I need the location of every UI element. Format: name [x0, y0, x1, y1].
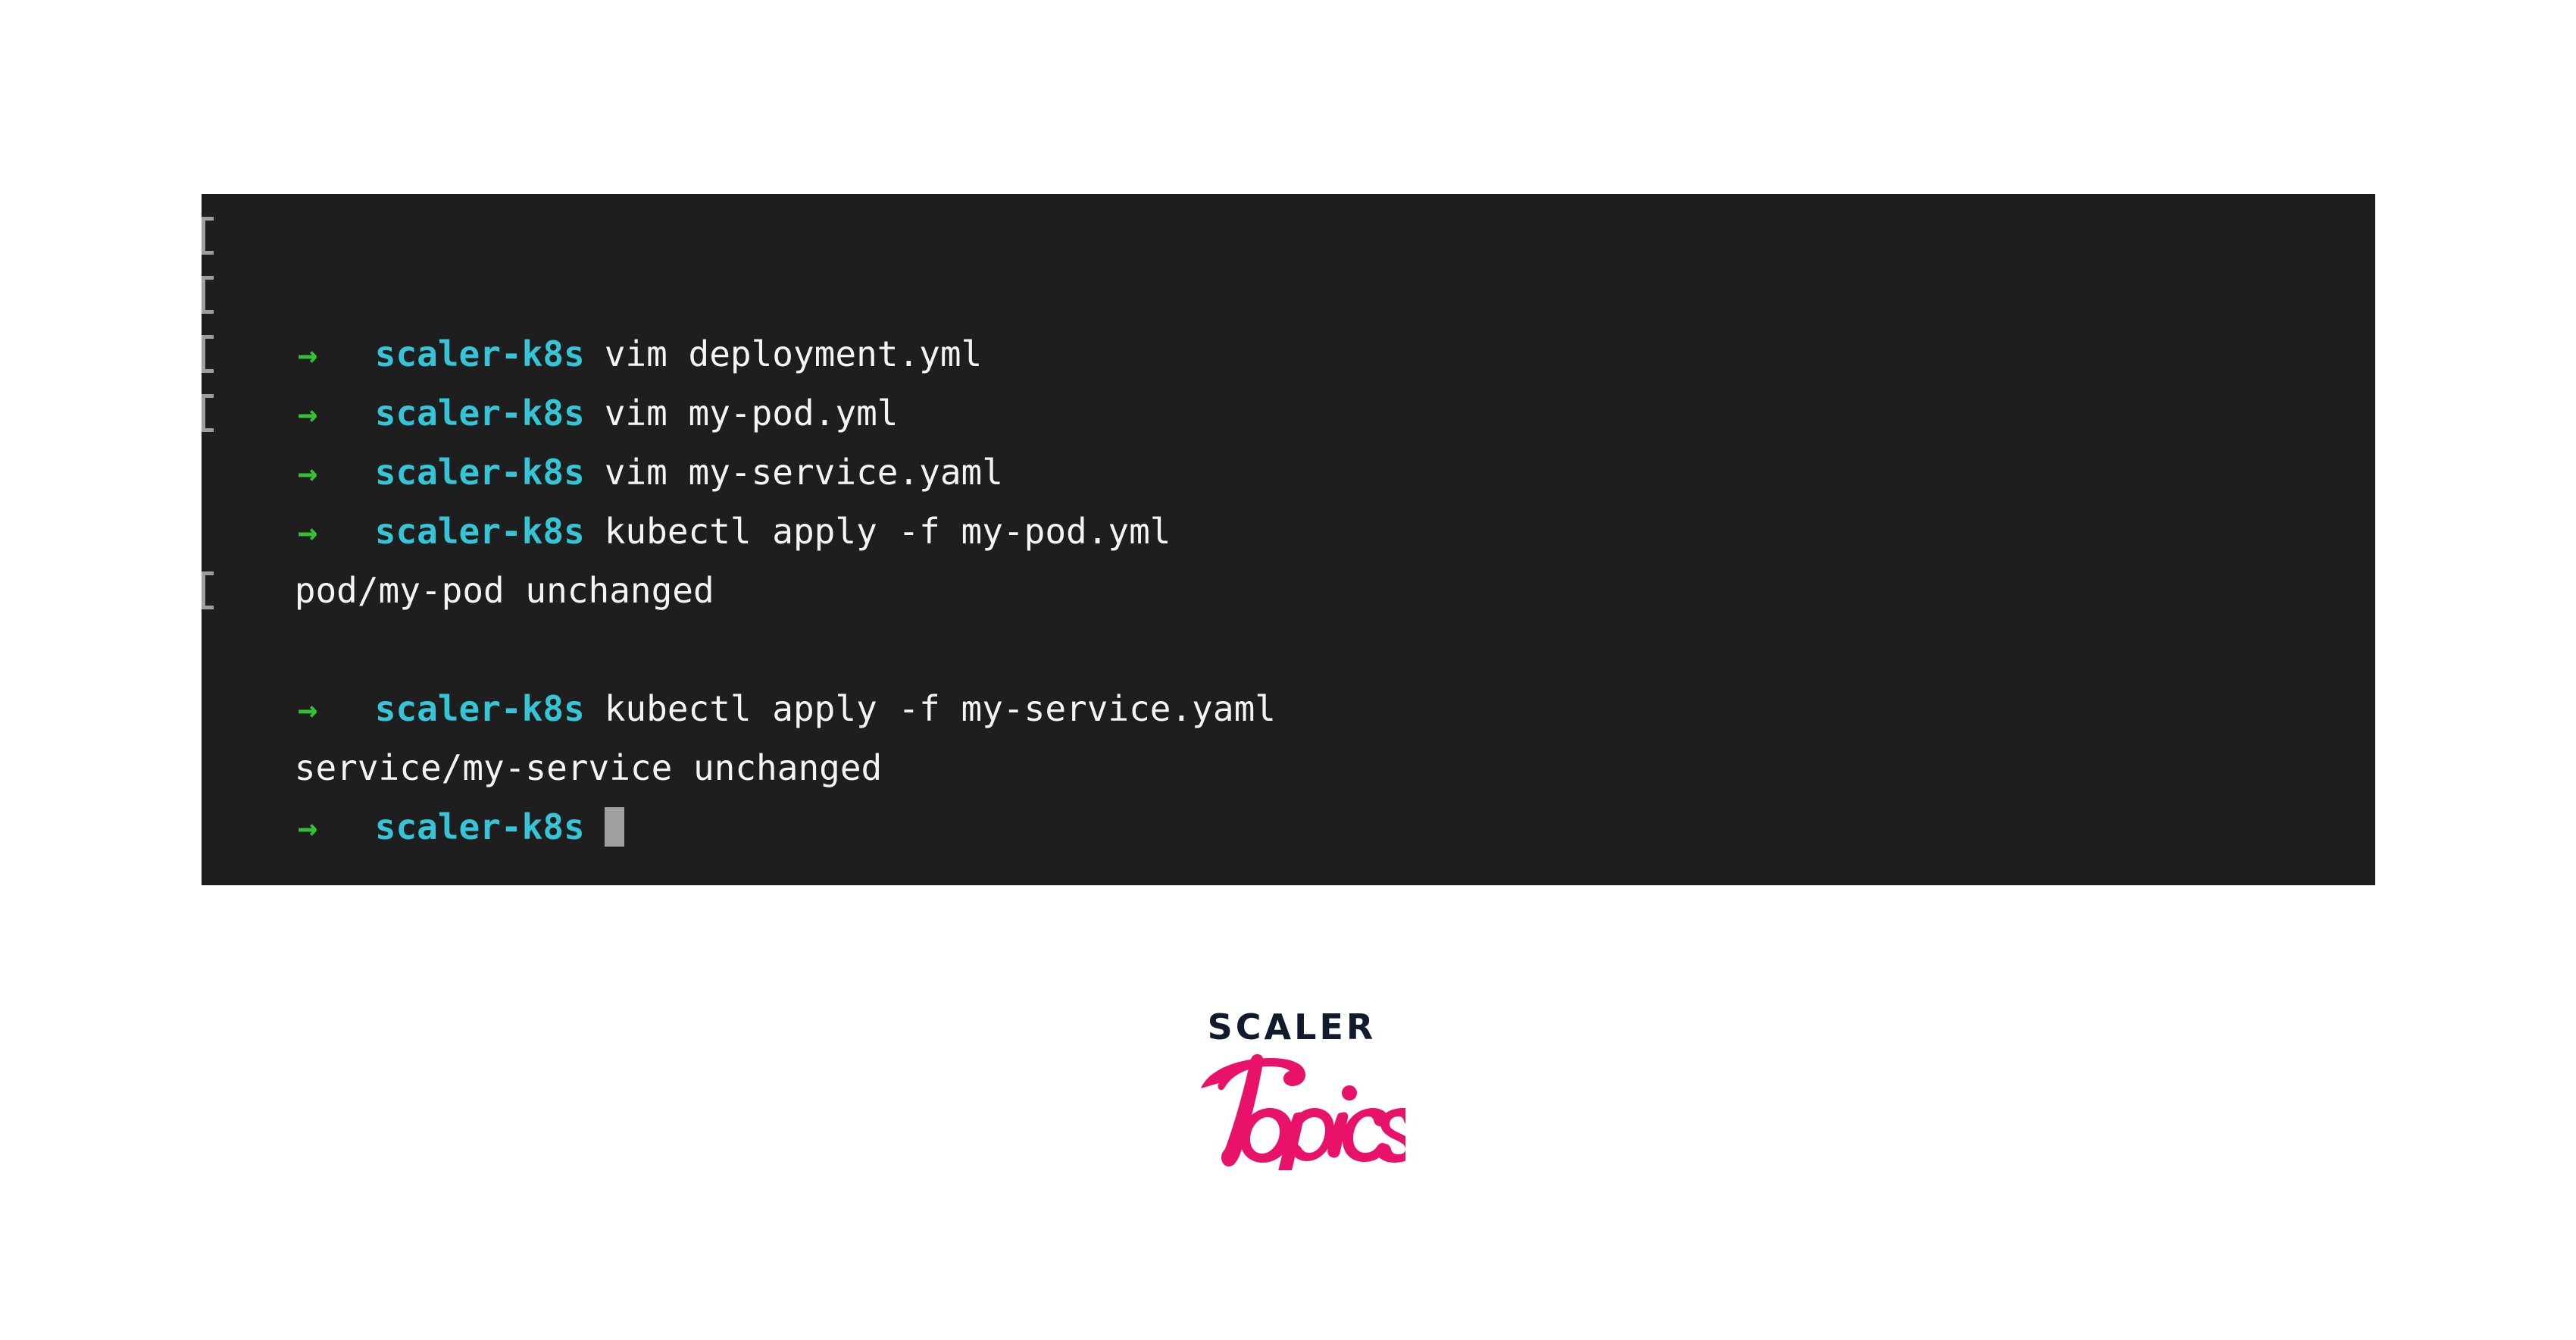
terminal-line-command: → scaler-k8s vim my-service.yaml [202, 324, 2375, 493]
prompt-mark-icon [202, 276, 214, 314]
logo-scaler-wordmark: SCALER [1207, 1007, 1377, 1047]
logo-topics-script [1178, 1043, 1405, 1172]
terminal-line-command: → scaler-k8s vim my-pod.yml [202, 265, 2375, 434]
scaler-topics-logo: SCALER [1178, 1010, 1405, 1199]
prompt-mark-icon [202, 217, 214, 255]
prompt-arrow-icon: → [297, 809, 318, 847]
prompt-mark-icon [202, 571, 214, 609]
terminal-line-command: → scaler-k8s kubectl apply -f my-service.y… [202, 561, 2375, 729]
terminal-cursor [604, 807, 624, 847]
terminal-line-output: pod/my-pod unchanged [202, 502, 2375, 611]
terminal-line-command: → scaler-k8s vim deployment.yml [202, 206, 2375, 374]
terminal-line-active-prompt[interactable]: → scaler-k8s [202, 738, 2375, 847]
prompt-mark-icon [202, 335, 214, 373]
prompt-mark-icon [202, 394, 214, 432]
terminal-line-output: service/my-service unchanged [202, 679, 2375, 788]
terminal-line-command: → scaler-k8s kubectl apply -f my-pod.yml [202, 384, 2375, 552]
terminal-host-label: scaler-k8s [374, 806, 585, 847]
terminal-window[interactable]: → scaler-k8s vim deployment.yml → scaler-k8… [202, 194, 2375, 885]
